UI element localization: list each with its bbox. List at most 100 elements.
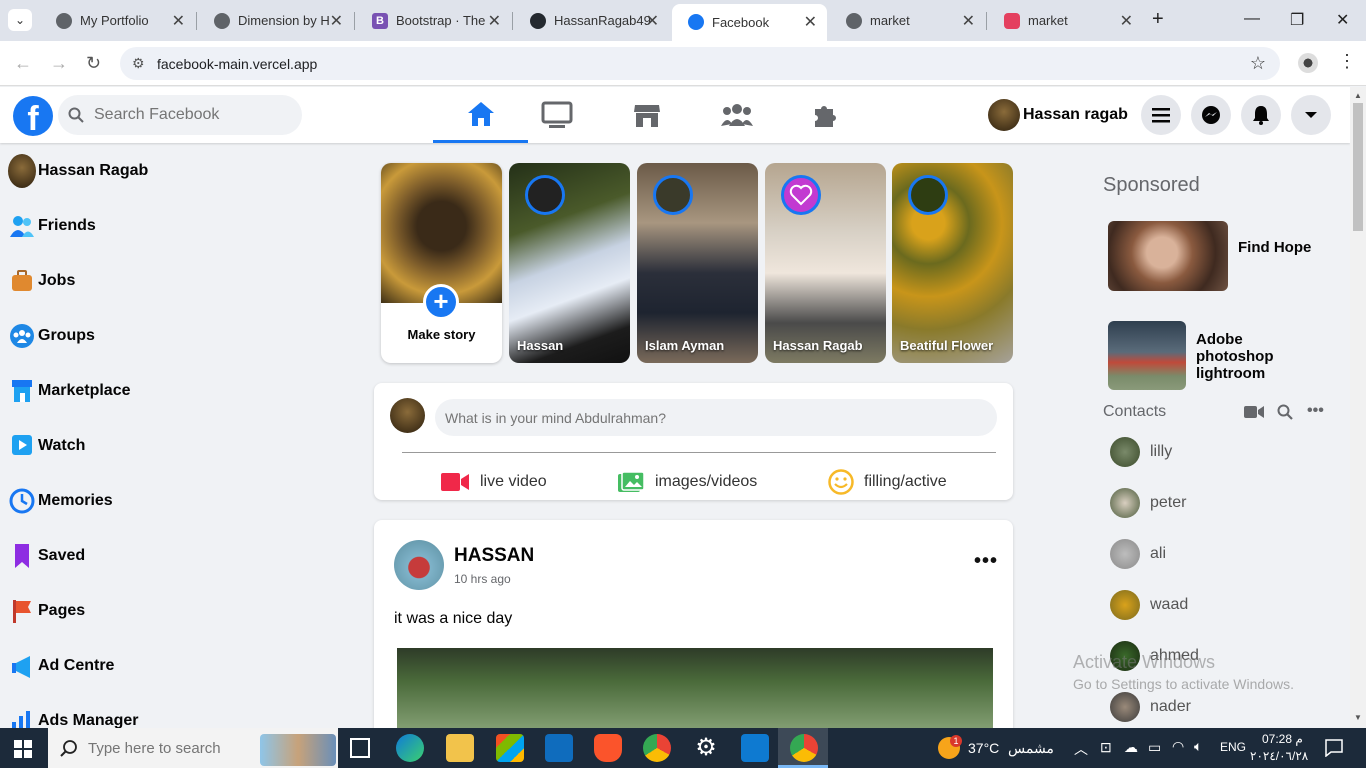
wifi-icon[interactable]: ◠ xyxy=(1172,738,1184,755)
tab-search-button[interactable]: ⌄ xyxy=(8,9,32,31)
plus-icon[interactable]: + xyxy=(423,284,459,320)
sidebar-item-jobs[interactable]: Jobs xyxy=(8,261,75,301)
tab-bootstrap[interactable]: B Bootstrap · The ✕ xyxy=(356,6,511,35)
sidebar-item-profile[interactable]: Hassan Ragab xyxy=(8,151,148,191)
story-card[interactable]: Hassan xyxy=(509,163,630,363)
ad-item[interactable] xyxy=(1108,221,1228,291)
contact-item[interactable]: peter xyxy=(1110,487,1186,519)
forward-button[interactable]: → xyxy=(50,53,68,74)
ad-title[interactable]: Adobe photoshop lightroom xyxy=(1196,331,1296,382)
tab-my-portfolio[interactable]: My Portfolio ✕ xyxy=(40,6,195,35)
sidebar-item-saved[interactable]: Saved xyxy=(8,536,85,576)
notification-center-icon[interactable] xyxy=(1325,739,1343,757)
taskbar-search-input[interactable] xyxy=(88,728,268,768)
ad-title[interactable]: Find Hope xyxy=(1238,239,1338,256)
maximize-button[interactable]: ❐ xyxy=(1290,10,1304,30)
mail-icon[interactable] xyxy=(545,734,573,762)
site-settings-icon[interactable]: ⚙ xyxy=(132,55,145,72)
scroll-down-icon[interactable]: ▼ xyxy=(1354,713,1362,722)
sidebar-item-friends[interactable]: Friends xyxy=(8,206,96,246)
account-dropdown-button[interactable] xyxy=(1291,95,1331,135)
composer-input[interactable] xyxy=(435,399,997,436)
search-input[interactable] xyxy=(94,95,294,135)
cloud-icon[interactable]: ☁ xyxy=(1124,739,1138,756)
back-button[interactable]: ← xyxy=(14,53,32,74)
meet-now-icon[interactable]: ⊡ xyxy=(1100,739,1112,756)
star-icon[interactable]: ☆ xyxy=(1250,53,1266,74)
more-options-icon[interactable]: ••• xyxy=(1307,402,1324,420)
nav-marketplace[interactable] xyxy=(599,87,694,143)
weather-temp[interactable]: 37°C xyxy=(968,740,999,756)
page-scrollbar[interactable]: ▲ ▼ xyxy=(1350,87,1366,728)
post-author-avatar[interactable] xyxy=(394,540,444,590)
nav-watch[interactable] xyxy=(509,87,604,143)
notifications-button[interactable] xyxy=(1241,95,1281,135)
facebook-logo[interactable]: f xyxy=(13,96,53,136)
url-box[interactable]: ⚙ facebook-main.vercel.app ☆ xyxy=(120,47,1280,80)
more-options-icon[interactable]: ••• xyxy=(974,550,998,573)
battery-icon[interactable]: ▭ xyxy=(1148,739,1161,756)
chrome-icon[interactable] xyxy=(643,734,671,762)
language-indicator[interactable]: ENG xyxy=(1220,740,1246,754)
settings-icon[interactable]: ⚙ xyxy=(692,734,720,762)
brave-icon[interactable] xyxy=(594,734,622,762)
sidebar-item-groups[interactable]: Groups xyxy=(8,316,95,356)
close-icon[interactable]: ✕ xyxy=(172,11,185,31)
post-author[interactable]: HASSAN xyxy=(454,545,534,567)
clock-time[interactable]: 07:28 م xyxy=(1262,732,1303,746)
close-icon[interactable]: ✕ xyxy=(962,11,975,31)
ad-item[interactable] xyxy=(1108,321,1186,390)
chrome-active-icon[interactable] xyxy=(790,734,818,762)
post-time[interactable]: 10 hrs ago xyxy=(454,572,511,586)
scroll-up-icon[interactable]: ▲ xyxy=(1354,91,1362,100)
sidebar-item-memories[interactable]: Memories xyxy=(8,481,113,521)
sidebar-item-watch[interactable]: Watch xyxy=(8,426,85,466)
tab-github[interactable]: HassanRagab49 ✕ xyxy=(514,6,669,35)
make-story-card[interactable]: + Make story xyxy=(381,163,502,363)
close-icon[interactable]: ✕ xyxy=(330,11,343,31)
menu-button[interactable] xyxy=(1141,95,1181,135)
nav-groups[interactable] xyxy=(689,87,784,143)
file-explorer-icon[interactable] xyxy=(446,734,474,762)
contact-item[interactable]: nader xyxy=(1110,691,1191,723)
contact-item[interactable]: ali xyxy=(1110,538,1166,570)
sidebar-item-pages[interactable]: Pages xyxy=(8,591,85,631)
tab-dimension[interactable]: Dimension by H ✕ xyxy=(198,6,353,35)
taskbar-search-box[interactable] xyxy=(48,728,338,768)
messenger-button[interactable] xyxy=(1191,95,1231,135)
menu-dots-icon[interactable]: ⋮ xyxy=(1338,51,1356,72)
close-icon[interactable]: ✕ xyxy=(646,11,659,31)
minimize-button[interactable]: — xyxy=(1244,10,1260,28)
images-videos-button[interactable]: images/videos xyxy=(617,469,757,495)
sidebar-item-marketplace[interactable]: Marketplace xyxy=(8,371,131,411)
story-card[interactable]: Islam Ayman xyxy=(637,163,758,363)
contact-item[interactable]: waad xyxy=(1110,589,1188,621)
clock-date[interactable]: ٢٠٢٤/٠٦/٢٨ xyxy=(1250,749,1308,763)
story-card[interactable]: Hassan Ragab xyxy=(765,163,886,363)
story-card[interactable]: Beatiful Flower xyxy=(892,163,1013,363)
tab-market-2[interactable]: market ✕ xyxy=(988,6,1143,35)
close-window-button[interactable]: ✕ xyxy=(1336,10,1349,30)
sidebar-item-ad-centre[interactable]: Ad Centre xyxy=(8,646,114,686)
profile-chip[interactable]: Hassan ragab xyxy=(988,99,1128,131)
volume-icon[interactable]: 🔈︎ xyxy=(1194,738,1202,755)
new-tab-button[interactable]: + xyxy=(1152,8,1164,31)
store-icon[interactable] xyxy=(496,734,524,762)
tab-facebook[interactable]: Facebook ✕ xyxy=(672,4,827,41)
search-icon[interactable] xyxy=(1277,404,1293,420)
vscode-icon[interactable] xyxy=(741,734,769,762)
filling-active-button[interactable]: filling/active xyxy=(828,469,947,495)
contact-item[interactable]: lilly xyxy=(1110,436,1172,468)
close-icon[interactable]: ✕ xyxy=(804,12,817,32)
video-call-icon[interactable] xyxy=(1244,405,1264,419)
scroll-thumb[interactable] xyxy=(1353,103,1363,231)
task-view-icon[interactable] xyxy=(350,738,370,758)
nav-gaming[interactable] xyxy=(777,87,872,143)
weather-text[interactable]: مشمس xyxy=(1008,740,1054,757)
tab-market-1[interactable]: market ✕ xyxy=(830,6,985,35)
chevron-up-icon[interactable]: ︿ xyxy=(1074,739,1088,759)
windows-start-icon[interactable] xyxy=(14,740,32,758)
close-icon[interactable]: ✕ xyxy=(1120,11,1133,31)
profile-avatar[interactable] xyxy=(1298,53,1318,73)
reload-button[interactable]: ↻ xyxy=(86,53,101,74)
